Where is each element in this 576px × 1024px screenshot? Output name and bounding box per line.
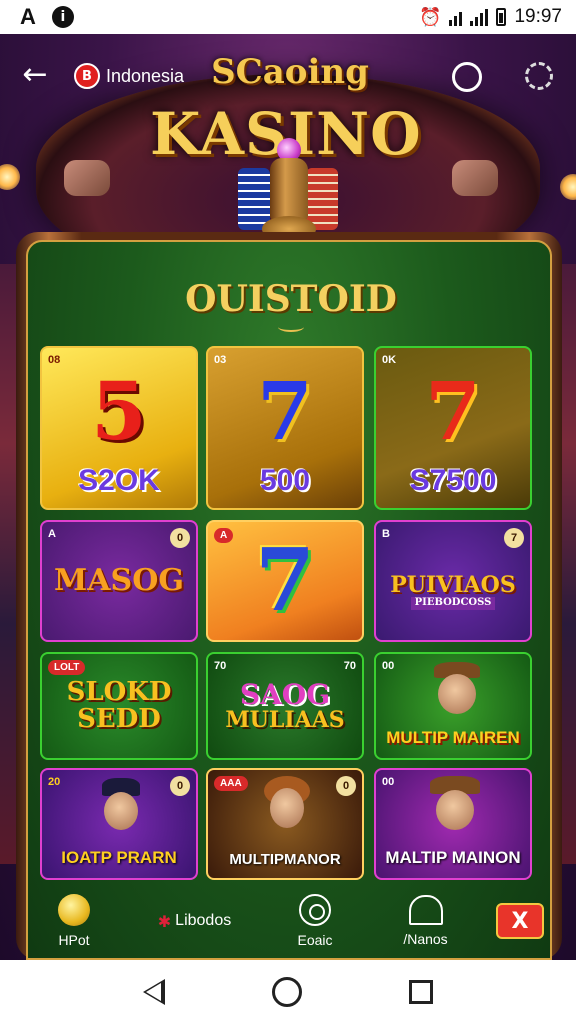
game-tile[interactable]: 08 5 S2OK	[40, 346, 198, 510]
nav-label: /Nanos	[403, 931, 448, 947]
tile-logo: PUIVIAOS	[390, 572, 516, 599]
status-letter: A	[20, 4, 36, 29]
loading-icon[interactable]	[525, 62, 553, 90]
arch-icon	[408, 895, 443, 925]
sparkle-icon: ✱	[157, 911, 172, 931]
system-nav-bar	[0, 960, 576, 1024]
tile-amount: 500	[259, 464, 311, 497]
info-icon: i	[51, 6, 74, 28]
tile-symbol: 7	[255, 530, 315, 631]
game-tile[interactable]: A 7	[206, 520, 364, 642]
battery-icon	[496, 8, 507, 26]
tile-symbol: 5	[91, 364, 147, 458]
tile-logo: SLOKD	[66, 676, 172, 707]
light-glow	[560, 174, 576, 200]
status-bar: A i ⏰ 19:97	[0, 0, 576, 34]
circle-button[interactable]	[452, 62, 482, 92]
character-portrait	[436, 790, 474, 830]
tile-amount: S7500	[409, 464, 497, 497]
tile-symbol: 7	[257, 364, 313, 458]
dice-icon	[452, 160, 498, 196]
back-arrow-icon[interactable]: ←	[18, 58, 52, 92]
nav-item-hpot[interactable]: HPot	[34, 894, 114, 948]
nav-item-libodos[interactable]: ✱ Libodos	[145, 912, 245, 931]
tile-logo: SAOG	[239, 677, 331, 711]
tile-amount: S2OK	[78, 464, 160, 497]
light-glow	[0, 164, 20, 190]
flag-icon: B	[74, 63, 100, 89]
tile-caption: MULTIP MAIREN	[386, 728, 520, 747]
nav-item-eoaic[interactable]: Eoaic	[275, 894, 355, 948]
bottom-nav: HPot ✱ Libodos Eoaic /Nanos X	[34, 890, 544, 952]
section-title: OUISTOID	[185, 278, 397, 320]
tile-sublogo: MULIAAS	[225, 707, 345, 734]
game-tile[interactable]: 70 70 SAOG MULIAAS	[206, 652, 364, 760]
nav-label: Libodos	[175, 912, 232, 929]
tile-sublogo: PIEBODCOSS	[410, 597, 496, 610]
alarm-icon: ⏰	[419, 6, 442, 28]
character-portrait	[270, 788, 304, 828]
game-tile[interactable]: 20 0 IOATP PRARN	[40, 768, 198, 880]
coin-icon	[58, 894, 90, 926]
game-tile[interactable]: 00 MALTIP MAINON	[374, 768, 532, 880]
system-home-icon[interactable]	[271, 977, 302, 1007]
nav-label: HPot	[58, 932, 90, 948]
tile-caption: MALTIP MAINON	[385, 848, 521, 867]
character-portrait	[104, 792, 138, 830]
game-tile[interactable]: 03 7 500	[206, 346, 364, 510]
bell-trophy-icon	[262, 138, 316, 244]
region-label: Indonesia	[106, 65, 185, 86]
game-tile[interactable]: 0K 7 S7500	[374, 346, 532, 510]
logo-subtitle: SCaoing	[211, 52, 369, 92]
game-tile[interactable]: LOLT SLOKD SEDD	[40, 652, 198, 760]
tile-logo: MASOG	[54, 563, 184, 599]
system-recents-icon[interactable]	[408, 980, 433, 1004]
signal-icon	[470, 8, 489, 26]
character-portrait	[438, 674, 476, 714]
game-panel: OUISTOID 08 5 S2OK 03 7 500 0K 7 S7500 A…	[26, 240, 552, 960]
close-action-button[interactable]: X	[496, 903, 544, 939]
nav-label: Eoaic	[297, 932, 333, 948]
tile-caption: IOATP PRARN	[61, 848, 177, 867]
tile-caption: MULTIPMANOR	[229, 851, 341, 868]
game-tile[interactable]: AAA 0 MULTIPMANOR	[206, 768, 364, 880]
game-tile[interactable]: 00 MULTIP MAIREN	[374, 652, 532, 760]
title-ornament	[278, 322, 304, 332]
game-tile[interactable]: B 7 PUIVIAOS PIEBODCOSS	[374, 520, 532, 642]
clock: 19:97	[514, 6, 562, 27]
nav-item-nanos[interactable]: /Nanos	[386, 895, 466, 947]
wifi-icon	[449, 8, 463, 26]
game-tile[interactable]: A 0 MASOG	[40, 520, 198, 642]
tile-symbol: 7	[425, 364, 481, 458]
tile-sublogo: SEDD	[77, 704, 161, 734]
slot-machine-frame: OUISTOID 08 5 S2OK 03 7 500 0K 7 S7500 A…	[16, 232, 562, 960]
system-back-icon[interactable]	[143, 979, 166, 1005]
dice-icon	[64, 160, 110, 196]
region-selector[interactable]: B Indonesia	[74, 61, 184, 91]
ring-icon	[299, 894, 331, 926]
